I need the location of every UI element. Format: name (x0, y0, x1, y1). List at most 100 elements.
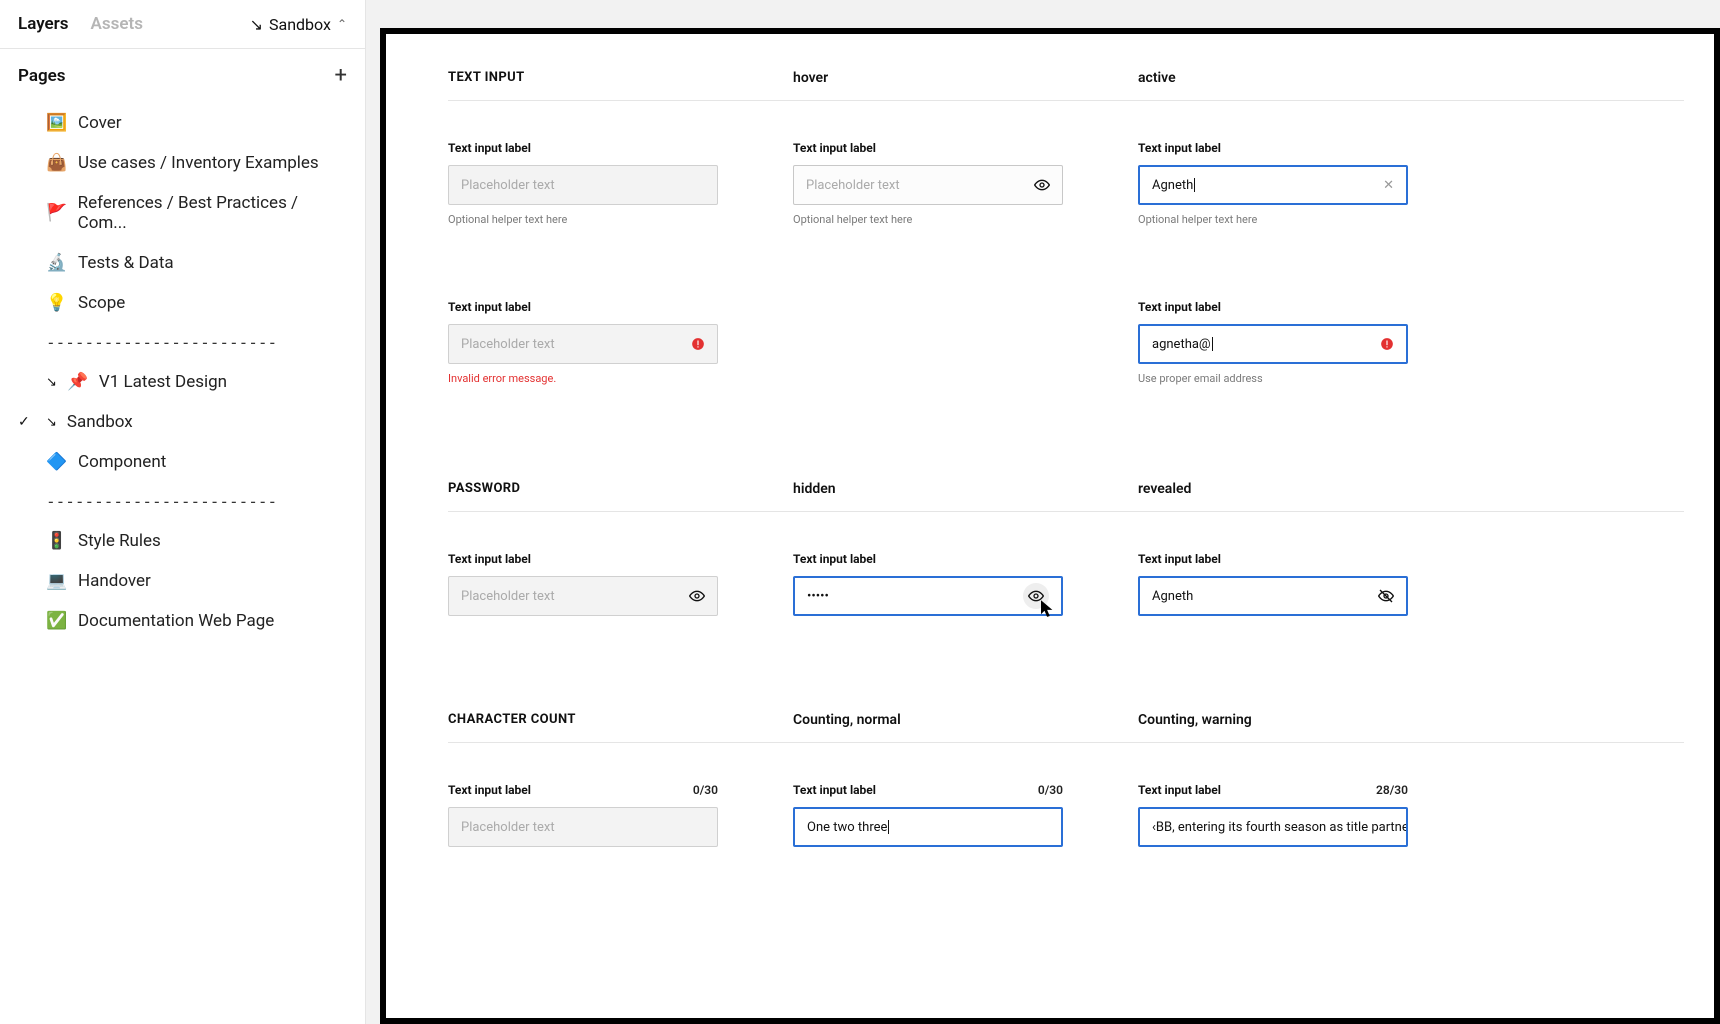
charcount-warning: Text input label 28/30 ‹BB, entering its… (1138, 783, 1408, 847)
section-header-text-input: TEXT INPUT hover active (448, 70, 1684, 101)
column-label-active: active (1138, 70, 1483, 86)
page-item-sandbox[interactable]: ✓↘Sandbox (0, 402, 365, 442)
char-counter: 28/30 (1376, 783, 1408, 797)
password-input[interactable]: Placeholder text (448, 576, 718, 616)
microscope-icon: 🔬 (46, 253, 68, 273)
caret-icon (1194, 178, 1195, 192)
text-input[interactable]: Placeholder text (793, 165, 1063, 205)
page-item-stylerules[interactable]: 🚦 Style Rules (0, 521, 365, 561)
tab-layers[interactable]: Layers (18, 14, 69, 34)
page-label: Cover (78, 113, 122, 133)
sidebar-tabs: Layers Assets (18, 14, 143, 34)
placeholder: Placeholder text (461, 589, 555, 604)
design-frame: TEXT INPUT hover active Text input label… (380, 28, 1720, 1024)
section-title: PASSWORD (448, 481, 793, 497)
placeholder: Placeholder text (461, 337, 555, 352)
page-item-latest[interactable]: ↘📌V1 Latest Design (0, 362, 365, 402)
page-divider: ------------------------ (0, 482, 365, 521)
char-counter: 0/30 (1038, 783, 1063, 797)
eye-off-icon[interactable] (1378, 588, 1394, 604)
placeholder: Placeholder text (461, 820, 555, 835)
page-label: Handover (78, 571, 151, 591)
charcount-normal: Text input label 0/30 One two three (793, 783, 1063, 847)
page-label: References / Best Practices / Com... (78, 193, 347, 233)
text-input[interactable]: One two three (793, 807, 1063, 847)
input-label: Text input label (1138, 141, 1408, 155)
page-label: Scope (78, 293, 125, 313)
password-hidden: Text input label ••••• (793, 552, 1063, 616)
input-value: One two three (807, 820, 887, 835)
text-input[interactable]: Placeholder text (448, 165, 718, 205)
arrow-icon: ↘ (250, 15, 263, 34)
check-box-icon: ✅ (46, 611, 68, 631)
input-value: agnetha@ (1152, 337, 1211, 352)
input-value: Agneth (1152, 589, 1193, 604)
page-item-usecases[interactable]: 👜 Use cases / Inventory Examples (0, 143, 365, 183)
input-value: ••••• (807, 589, 829, 604)
breadcrumb[interactable]: ↘ Sandbox ⌃ (250, 15, 347, 34)
page-item-component[interactable]: 🔷Component (0, 442, 365, 482)
input-label: Text input label (1138, 552, 1408, 566)
caret-icon (888, 820, 889, 834)
page-label: Documentation Web Page (78, 611, 274, 631)
eye-icon (1028, 588, 1044, 604)
helper-text: Optional helper text here (448, 213, 718, 226)
error-message: Invalid error message. (448, 372, 718, 385)
text-input-active: Text input label Agneth ✕ Optional helpe… (1138, 141, 1408, 226)
text-input[interactable]: agnetha@ (1138, 324, 1408, 364)
page-item-cover[interactable]: 🖼️Cover (0, 103, 365, 143)
section-title: TEXT INPUT (448, 70, 793, 86)
input-value: Agneth (1152, 178, 1193, 193)
text-input[interactable]: Placeholder text (448, 807, 718, 847)
bag-icon: 👜 (46, 153, 68, 173)
charcount-row: Text input label 0/30 Placeholder text T… (448, 783, 1684, 847)
traffic-icon: 🚦 (46, 531, 68, 551)
text-input-active-error: Text input label agnetha@ Use proper ema… (1138, 300, 1408, 385)
laptop-icon: 💻 (46, 571, 68, 591)
char-counter: 0/30 (693, 783, 718, 797)
clear-icon[interactable]: ✕ (1383, 178, 1394, 193)
input-label: Text input label (793, 783, 876, 797)
eye-icon[interactable] (689, 588, 705, 604)
column-label-hidden: hidden (793, 481, 1138, 497)
text-input[interactable]: Placeholder text (448, 324, 718, 364)
page-item-tests[interactable]: 🔬Tests & Data (0, 243, 365, 283)
page-item-scope[interactable]: 💡 Scope (0, 283, 365, 323)
page-label: Use cases / Inventory Examples (78, 153, 319, 173)
input-label: Text input label (448, 552, 718, 566)
placeholder: Placeholder text (461, 178, 555, 193)
arrow-icon: ↘ (46, 375, 57, 390)
input-label: Text input label (793, 141, 1063, 155)
main-canvas-area[interactable]: TEXT INPUT hover active Text input label… (366, 0, 1720, 1024)
input-label: Text input label (793, 552, 1063, 566)
password-input[interactable]: Agneth (1138, 576, 1408, 616)
tab-assets[interactable]: Assets (91, 14, 143, 34)
password-row: Text input label Placeholder text Text i… (448, 552, 1684, 616)
section-header-password: PASSWORD hidden revealed (448, 481, 1684, 512)
page-item-handover[interactable]: 💻 Handover (0, 561, 365, 601)
page-label: Style Rules (78, 531, 161, 551)
pages-header: Pages + (0, 49, 365, 97)
helper-text: Optional helper text here (793, 213, 1063, 226)
text-input-hover: Text input label Placeholder text Option… (793, 141, 1063, 226)
check-icon: ✓ (18, 414, 30, 430)
password-input[interactable]: ••••• (793, 576, 1063, 616)
bulb-icon: 💡 (46, 293, 68, 313)
page-item-references[interactable]: 🚩References / Best Practices / Com... (0, 183, 365, 243)
caret-icon (1212, 337, 1213, 351)
page-item-docs[interactable]: ✅ Documentation Web Page (0, 601, 365, 641)
breadcrumb-label: Sandbox (269, 15, 331, 34)
text-input[interactable]: Agneth ✕ (1138, 165, 1408, 205)
column-label-counting-warning: Counting, warning (1138, 712, 1483, 728)
section-title: CHARACTER COUNT (448, 712, 793, 728)
eye-icon[interactable] (1034, 177, 1050, 193)
text-input[interactable]: ‹BB, entering its fourth season as title… (1138, 807, 1408, 847)
page-divider: ------------------------ (0, 323, 365, 362)
column-label-hover: hover (793, 70, 1138, 86)
diamond-icon: 🔷 (46, 452, 68, 472)
error-icon (691, 337, 705, 351)
page-label: Sandbox (67, 412, 133, 432)
toggle-visibility-button[interactable] (1023, 583, 1049, 609)
add-page-button[interactable]: + (335, 65, 347, 87)
input-label: Text input label (448, 141, 718, 155)
